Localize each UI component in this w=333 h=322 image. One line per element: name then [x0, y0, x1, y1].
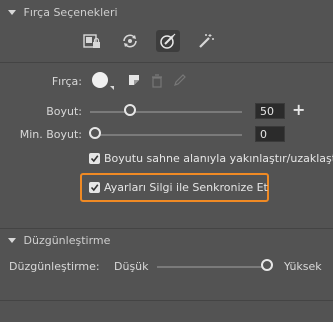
- smoothing-label: Düzgünleştirme:: [9, 260, 100, 273]
- refresh-brush-icon: [123, 34, 137, 48]
- sync-eraser-label: Ayarları Silgi ile Senkronize Et: [104, 180, 268, 194]
- plus-icon[interactable]: +: [292, 100, 305, 119]
- smoothing-slider-thumb[interactable]: [261, 259, 273, 271]
- magic-brush-button[interactable]: [194, 30, 218, 52]
- brush-tip-preview[interactable]: [92, 72, 108, 88]
- smoothing-min-label: Düşük: [114, 260, 149, 273]
- lock-brush-button[interactable]: [80, 30, 104, 52]
- size-slider-thumb[interactable]: [123, 104, 136, 116]
- zoom-with-stage-checkbox[interactable]: Boyutu sahne alanıyla yakınlaştır/uzakla…: [89, 151, 333, 165]
- lock-brush-icon: [83, 34, 100, 48]
- section-divider: [0, 228, 333, 229]
- size-label: Boyut:: [46, 105, 82, 118]
- size-value-field[interactable]: 50: [255, 103, 285, 119]
- min-size-slider-thumb[interactable]: [88, 127, 101, 139]
- section-divider: [0, 300, 333, 301]
- brush-dropdown-icon[interactable]: [110, 86, 114, 90]
- smoothing-slider-track[interactable]: [157, 266, 267, 268]
- edit-brush-icon[interactable]: [173, 73, 187, 87]
- sync-eraser-checkbox[interactable]: Ayarları Silgi ile Senkronize Et: [89, 180, 268, 194]
- new-brush-icon[interactable]: [128, 74, 142, 88]
- size-slider-track[interactable]: [90, 111, 242, 113]
- checkbox-checked-icon[interactable]: [89, 181, 100, 193]
- brush-label: Fırça:: [51, 75, 82, 88]
- min-size-label: Min. Boyut:: [19, 128, 82, 141]
- smoothing-max-label: Yüksek: [284, 260, 322, 273]
- refresh-brush-button[interactable]: [118, 30, 142, 52]
- smoothing-title: Düzgünleştirme: [23, 234, 111, 247]
- pressure-brush-icon: [160, 33, 176, 49]
- checkbox-checked-icon[interactable]: [89, 152, 100, 164]
- brush-tool-row: [80, 30, 218, 52]
- collapse-triangle-icon[interactable]: [8, 9, 16, 15]
- min-size-value-field[interactable]: 0: [255, 126, 285, 142]
- pressure-brush-button[interactable]: [156, 30, 180, 52]
- min-size-slider-track[interactable]: [90, 134, 242, 136]
- brush-options-header[interactable]: Fırça Seçenekleri: [0, 2, 333, 24]
- trash-icon[interactable]: [151, 74, 163, 88]
- brush-options-title: Fırça Seçenekleri: [23, 6, 118, 19]
- magic-brush-icon: [199, 34, 214, 48]
- zoom-with-stage-label: Boyutu sahne alanıyla yakınlaştır/uzakla…: [104, 151, 333, 165]
- smoothing-header[interactable]: Düzgünleştirme: [0, 230, 333, 252]
- collapse-triangle-icon[interactable]: [8, 237, 16, 243]
- section-divider: [0, 62, 333, 63]
